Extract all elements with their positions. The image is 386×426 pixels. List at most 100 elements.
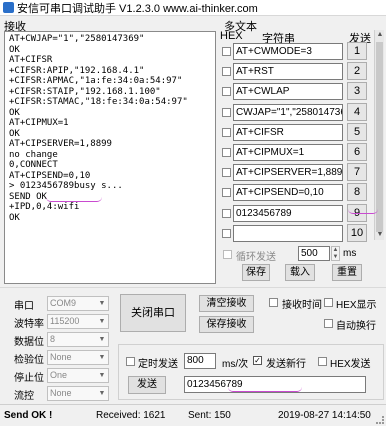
loop-interval-input[interactable]: 500 — [298, 246, 330, 261]
stopbits-label: 停止位 — [14, 373, 44, 384]
baud-label: 波特率 — [14, 319, 44, 330]
annotation-mark — [46, 197, 102, 202]
multi-row: AT+CIPSERVER=1,8899 7 — [220, 163, 372, 182]
timed-send-label: 定时发送 — [138, 359, 178, 370]
loop-send-checkbox[interactable] — [223, 250, 232, 259]
multi-text-input[interactable]: AT+CIFSR — [233, 123, 343, 141]
timed-interval-unit: ms/次 — [222, 359, 249, 370]
multi-text-input[interactable]: AT+RST — [233, 63, 343, 81]
chevron-down-icon: ▼ — [98, 354, 106, 361]
receive-line: AT+CIPMUX=1 — [9, 118, 69, 128]
send-button[interactable]: 发送 — [128, 376, 166, 394]
chevron-down-icon: ▼ — [98, 390, 106, 397]
multi-hex-checkbox[interactable] — [222, 188, 231, 198]
multi-hex-checkbox[interactable] — [222, 168, 231, 178]
multi-text-input[interactable]: AT+CIPMUX=1 — [233, 144, 343, 161]
title-bar: 安信可串口调试助手 V1.2.3.0 www.ai-thinker.com — [0, 0, 386, 16]
annotation-mark — [228, 387, 302, 392]
receive-line: AT+CIPSEND=0,10 — [9, 170, 91, 181]
hex-display-label: HEX显示 — [336, 300, 377, 311]
timed-interval-input[interactable]: 800 — [184, 353, 216, 369]
loop-interval-unit: ms — [343, 248, 357, 259]
status-time: 2019-08-27 14:14:50 — [278, 410, 371, 421]
auto-wrap-label: 自动换行 — [336, 321, 376, 332]
receive-line: OK — [9, 212, 20, 223]
multi-send-button[interactable]: 7 — [347, 163, 367, 182]
flow-label: 流控 — [14, 391, 34, 402]
hex-send-checkbox[interactable] — [318, 357, 327, 366]
receive-line: > 0123456789busy s... — [9, 181, 123, 191]
multi-hex-checkbox[interactable] — [222, 107, 231, 117]
multi-text-input[interactable]: AT+CIPSERVER=1,8899 — [233, 164, 343, 182]
loop-interval-spinner[interactable]: ▲ ▼ — [331, 246, 340, 261]
chevron-down-icon: ▼ — [98, 300, 106, 307]
receive-line: no change — [9, 149, 58, 160]
status-send-ok: Send OK ! — [4, 410, 53, 421]
multi-send-button[interactable]: 5 — [347, 122, 367, 141]
stopbits-select[interactable]: One ▼ — [47, 368, 109, 383]
send-newline-checkbox[interactable]: ✓ — [253, 356, 262, 365]
multi-text-input[interactable]: 0123456789 — [233, 204, 343, 222]
multi-hex-checkbox[interactable] — [222, 47, 231, 56]
receive-line: +IPD,0,4:wifi — [9, 202, 80, 212]
app-icon — [3, 2, 14, 13]
flow-select[interactable]: None ▼ — [47, 386, 109, 401]
multi-send-button[interactable]: 10 — [347, 223, 367, 242]
parity-select[interactable]: None ▼ — [47, 350, 109, 365]
scroll-down-icon[interactable]: ▼ — [375, 230, 385, 240]
baud-select[interactable]: 115200 ▼ — [47, 314, 109, 329]
window-title: 安信可串口调试助手 V1.2.3.0 www.ai-thinker.com — [17, 2, 258, 15]
save-button[interactable]: 保存 — [242, 264, 270, 281]
chevron-down-icon: ▼ — [98, 336, 106, 343]
multi-row: 10 — [220, 223, 372, 242]
save-receive-button[interactable]: 保存接收 — [199, 316, 254, 333]
multi-col-hex: HEX — [220, 30, 243, 42]
multi-text-input[interactable]: CWJAP="1","2580147369" — [233, 103, 343, 121]
multi-hex-checkbox[interactable] — [222, 228, 231, 238]
receive-line: AT+CWJAP="1","2580147369" — [9, 34, 145, 44]
receive-line: OK — [9, 44, 20, 55]
auto-wrap-checkbox[interactable] — [324, 319, 333, 328]
receive-line: OK — [9, 107, 20, 118]
multi-row: AT+CWMODE=3 1 — [220, 42, 372, 60]
receive-line: +CIFSR:APIP,"192.168.4.1" — [9, 65, 145, 76]
multi-text-input[interactable]: AT+CWMODE=3 — [233, 43, 343, 60]
status-received: Received: 1621 — [96, 410, 166, 421]
multi-row: AT+CWLAP 3 — [220, 82, 372, 101]
load-button[interactable]: 载入 — [285, 264, 315, 281]
multi-hex-checkbox[interactable] — [222, 87, 231, 97]
receive-line: +CIFSR:APMAC,"1a:fe:34:0a:54:97" — [9, 76, 183, 86]
clear-receive-button[interactable]: 清空接收 — [199, 295, 254, 312]
multi-text-input[interactable] — [233, 224, 343, 242]
resize-grip-icon[interactable] — [376, 416, 384, 424]
scroll-thumb[interactable] — [376, 42, 383, 232]
hex-display-checkbox[interactable] — [324, 298, 333, 307]
status-bar: Send OK ! Received: 1621 Sent: 150 2019-… — [0, 404, 386, 426]
reset-button[interactable]: 重置 — [332, 264, 362, 281]
scroll-up-icon[interactable]: ▲ — [375, 30, 385, 40]
multi-text-input[interactable]: AT+CIPSEND=0,10 — [233, 184, 343, 202]
receive-line: 0,CONNECT — [9, 160, 58, 170]
multi-hex-checkbox[interactable] — [222, 127, 231, 137]
multi-text-input[interactable]: AT+CWLAP — [233, 83, 343, 101]
multi-send-button[interactable]: 8 — [347, 183, 367, 202]
multi-send-button[interactable]: 3 — [347, 82, 367, 101]
databits-label: 数据位 — [14, 337, 44, 348]
receive-line: +CIFSR:STAIP,"192.168.1.100" — [9, 86, 161, 97]
databits-select[interactable]: 8 ▼ — [47, 332, 109, 347]
timed-send-checkbox[interactable] — [126, 357, 135, 366]
close-port-button[interactable]: 关闭串口 — [120, 294, 186, 332]
receive-time-checkbox[interactable] — [269, 298, 278, 307]
multi-hex-checkbox[interactable] — [222, 67, 231, 77]
receive-textarea[interactable]: AT+CWJAP="1","2580147369" OK AT+CIFSR +CIFS… — [4, 31, 216, 284]
parity-label: 检验位 — [14, 355, 44, 366]
annotation-mark — [348, 209, 378, 214]
multi-row: AT+CIPMUX=1 6 — [220, 143, 372, 161]
multi-send-button[interactable]: 1 — [347, 42, 367, 60]
port-select[interactable]: COM9 ▼ — [47, 296, 109, 311]
multi-hex-checkbox[interactable] — [222, 208, 231, 218]
multi-send-button[interactable]: 6 — [347, 143, 367, 161]
multi-send-button[interactable]: 4 — [347, 102, 367, 121]
multi-hex-checkbox[interactable] — [222, 148, 231, 157]
multi-send-button[interactable]: 2 — [347, 62, 367, 81]
